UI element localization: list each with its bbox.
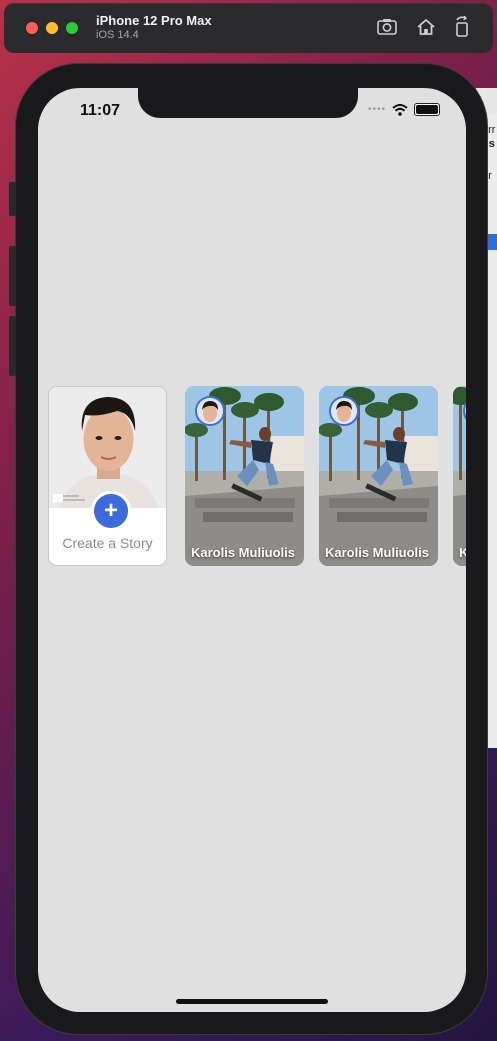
create-story-label: Create a Story [62, 535, 153, 551]
screenshot-icon[interactable] [376, 16, 398, 38]
minimize-window-button[interactable] [46, 22, 58, 34]
rotate-icon[interactable] [451, 16, 473, 38]
device-screen: 11:07 •••• + Create a Story Karolis Muli… [38, 88, 466, 1012]
plus-icon: + [103, 497, 118, 524]
close-window-button[interactable] [26, 22, 38, 34]
story-author-avatar [195, 396, 225, 426]
user-profile-photo [49, 387, 166, 508]
status-icons: •••• [368, 103, 440, 116]
signal-dots-icon: •••• [367, 104, 386, 115]
zoom-window-button[interactable] [66, 22, 78, 34]
stories-row[interactable]: + Create a Story Karolis Muliuolis Karol… [48, 386, 466, 566]
mute-switch [9, 182, 16, 216]
story-author-avatar [329, 396, 359, 426]
simulator-title-bar: iPhone 12 Pro Max iOS 14.4 [4, 3, 493, 53]
simulator-os-version: iOS 14.4 [96, 29, 139, 41]
story-card[interactable]: Karolis Muliuolis [185, 386, 304, 566]
simulator-device-name: iPhone 12 Pro Max [96, 13, 212, 28]
story-author-name: Karolis Muliuolis [325, 545, 430, 560]
story-card[interactable]: Karolis Muliuolis [319, 386, 438, 566]
story-author-name: Karolis Muliuolis [191, 545, 296, 560]
volume-up-button [9, 246, 16, 306]
add-story-button[interactable]: + [91, 491, 131, 531]
home-icon[interactable] [415, 16, 437, 38]
volume-down-button [9, 316, 16, 376]
story-card[interactable]: K [453, 386, 466, 566]
notch [138, 88, 358, 118]
create-story-card[interactable]: + Create a Story [48, 386, 167, 566]
battery-icon [414, 103, 440, 116]
status-time: 11:07 [80, 102, 121, 119]
wifi-icon [392, 103, 408, 116]
home-indicator[interactable] [176, 999, 328, 1004]
story-author-name: K [459, 545, 466, 560]
